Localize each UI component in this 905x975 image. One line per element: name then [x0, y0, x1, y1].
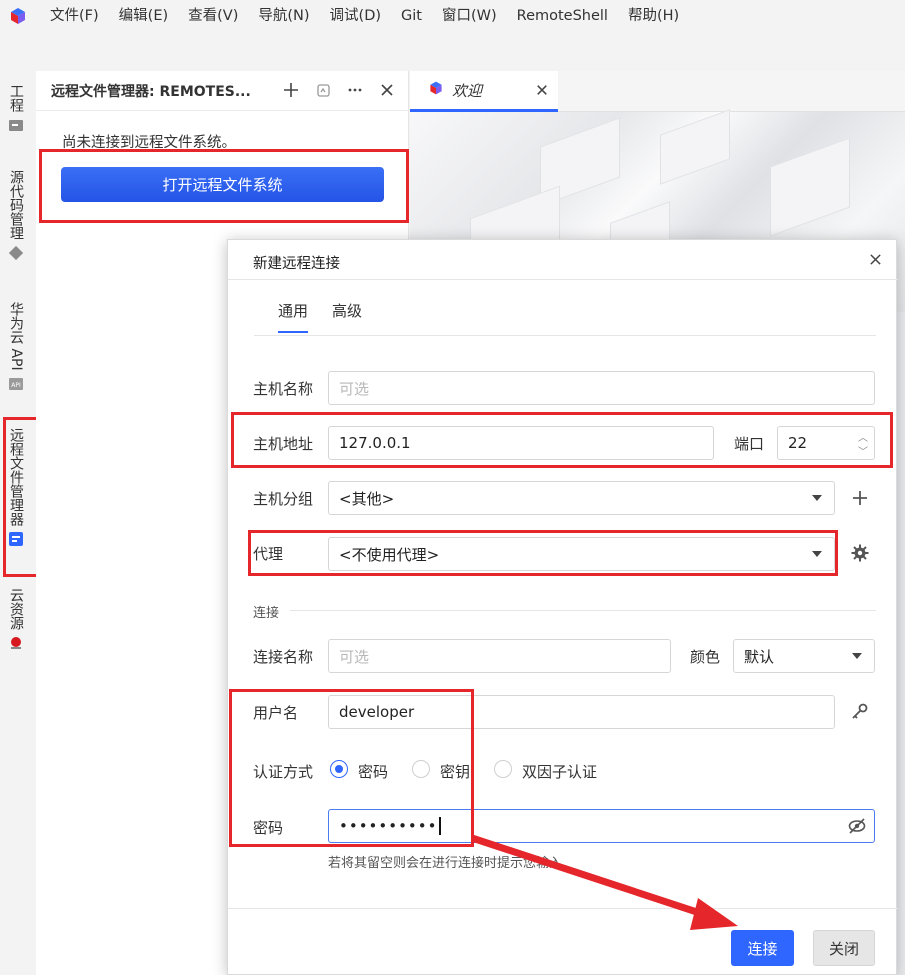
annotation-arrow: [470, 834, 738, 930]
